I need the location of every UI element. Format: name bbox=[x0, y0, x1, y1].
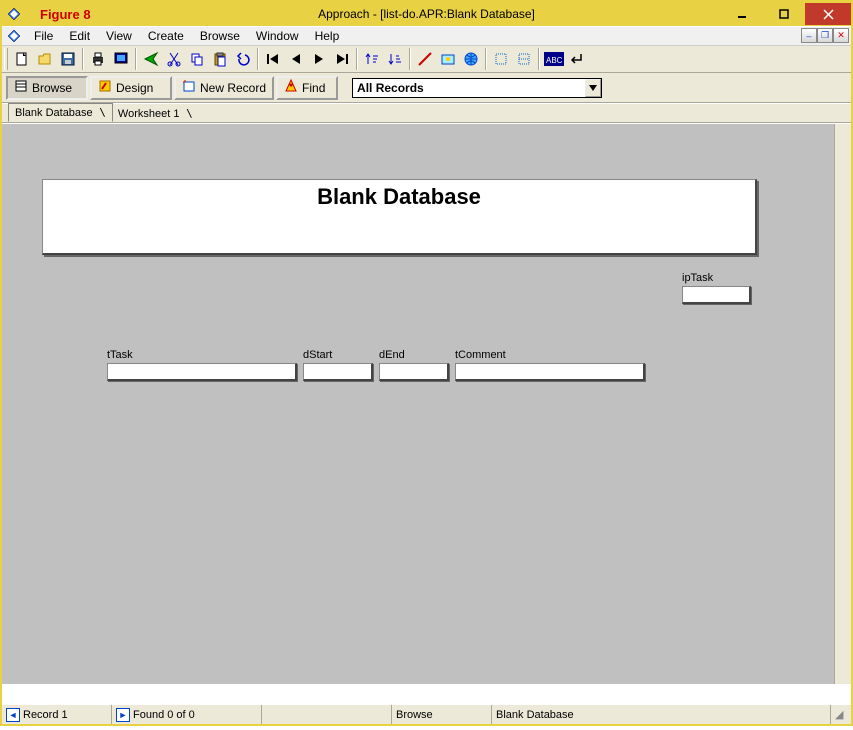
svg-text:ABC: ABC bbox=[546, 56, 563, 65]
input-ttask[interactable] bbox=[107, 363, 297, 381]
input-dstart[interactable] bbox=[303, 363, 373, 381]
new-record-icon bbox=[182, 79, 196, 96]
tab1-label: Blank Database bbox=[15, 107, 93, 119]
tab-divider: \ bbox=[93, 106, 106, 119]
new-record-button[interactable]: New Record bbox=[174, 76, 274, 100]
tab-worksheet-1[interactable]: Worksheet 1 \ bbox=[112, 105, 199, 122]
find-label: Find bbox=[302, 81, 325, 95]
mdi-minimize-button[interactable]: ‒ bbox=[801, 28, 817, 43]
dotted-square-icon[interactable] bbox=[490, 48, 512, 70]
modebar: Browse Design New Record Find All Record… bbox=[2, 73, 851, 103]
menu-browse[interactable]: Browse bbox=[192, 27, 248, 45]
abc-icon[interactable]: ABC bbox=[543, 48, 565, 70]
menu-edit[interactable]: Edit bbox=[61, 27, 98, 45]
undo-icon[interactable] bbox=[232, 48, 254, 70]
label-dend: dEnd bbox=[379, 349, 405, 361]
label-tcomment: tComment bbox=[455, 349, 506, 361]
window-title: Approach - [list-do.APR:Blank Database] bbox=[2, 7, 851, 21]
new-file-icon[interactable] bbox=[11, 48, 33, 70]
vertical-scrollbar[interactable] bbox=[834, 124, 851, 684]
browse-mode-label: Browse bbox=[32, 81, 72, 95]
mdi-restore-button[interactable]: ❐ bbox=[817, 28, 833, 43]
tab-blank-database[interactable]: Blank Database \ bbox=[8, 103, 113, 122]
resize-grip-icon[interactable]: ◢ bbox=[835, 708, 843, 721]
enter-icon[interactable] bbox=[566, 48, 588, 70]
print-icon[interactable] bbox=[87, 48, 109, 70]
design-mode-icon bbox=[98, 79, 112, 96]
design-mode-label: Design bbox=[116, 81, 153, 95]
first-record-icon[interactable] bbox=[262, 48, 284, 70]
copy-icon[interactable] bbox=[186, 48, 208, 70]
chevron-down-icon bbox=[585, 79, 601, 97]
paste-icon[interactable] bbox=[209, 48, 231, 70]
send-icon[interactable] bbox=[140, 48, 162, 70]
menu-create[interactable]: Create bbox=[140, 27, 192, 45]
prev-record-icon[interactable] bbox=[285, 48, 307, 70]
label-dstart: dStart bbox=[303, 349, 332, 361]
menu-help[interactable]: Help bbox=[307, 27, 348, 45]
mdi-close-button[interactable]: ✕ bbox=[833, 28, 849, 43]
save-icon[interactable] bbox=[57, 48, 79, 70]
print-preview-icon[interactable] bbox=[110, 48, 132, 70]
find-mode-icon bbox=[284, 79, 298, 96]
new-record-label: New Record bbox=[200, 81, 266, 95]
tab2-label: Worksheet 1 bbox=[118, 108, 180, 120]
status-record: Record 1 bbox=[23, 709, 68, 721]
browse-mode-icon bbox=[14, 79, 28, 96]
globe-icon[interactable] bbox=[460, 48, 482, 70]
design-mode-button[interactable]: Design bbox=[90, 76, 172, 100]
records-combo-value: All Records bbox=[357, 81, 424, 95]
records-combo[interactable]: All Records bbox=[352, 78, 602, 98]
sort-asc-icon[interactable] bbox=[361, 48, 383, 70]
no-filter-icon[interactable] bbox=[414, 48, 436, 70]
toolbar: ABC bbox=[2, 46, 851, 73]
next-record-icon[interactable] bbox=[308, 48, 330, 70]
tab-divider: \ bbox=[179, 107, 192, 120]
tabstrip: Blank Database \ Worksheet 1 \ bbox=[2, 103, 851, 123]
form-area: Blank Database ipTask tTask dStart dEnd … bbox=[2, 123, 851, 684]
input-tcomment[interactable] bbox=[455, 363, 645, 381]
form-title: Blank Database bbox=[317, 184, 481, 209]
form-title-box: Blank Database bbox=[42, 179, 757, 255]
label-ttask: tTask bbox=[107, 349, 133, 361]
status-mode: Browse bbox=[396, 709, 433, 721]
next-page-icon[interactable]: ► bbox=[116, 708, 130, 722]
cut-icon[interactable] bbox=[163, 48, 185, 70]
statusbar: ◄ Record 1 ► Found 0 of 0 Browse Blank D… bbox=[2, 704, 851, 724]
insert-object-icon[interactable] bbox=[437, 48, 459, 70]
doc-icon bbox=[6, 28, 22, 44]
menu-file[interactable]: File bbox=[26, 27, 61, 45]
menu-view[interactable]: View bbox=[98, 27, 140, 45]
menubar: File Edit View Create Browse Window Help… bbox=[2, 26, 851, 46]
menu-window[interactable]: Window bbox=[248, 27, 307, 45]
input-dend[interactable] bbox=[379, 363, 449, 381]
input-iptask[interactable] bbox=[682, 286, 751, 304]
prev-page-icon[interactable]: ◄ bbox=[6, 708, 20, 722]
dotted-square2-icon[interactable] bbox=[513, 48, 535, 70]
toolbar-grip[interactable] bbox=[4, 48, 8, 70]
find-button[interactable]: Find bbox=[276, 76, 338, 100]
label-iptask: ipTask bbox=[682, 272, 713, 284]
browse-mode-button[interactable]: Browse bbox=[6, 76, 88, 100]
sort-desc-icon[interactable] bbox=[384, 48, 406, 70]
titlebar: Figure 8 Approach - [list-do.APR:Blank D… bbox=[2, 2, 851, 26]
status-found: Found 0 of 0 bbox=[133, 709, 195, 721]
last-record-icon[interactable] bbox=[331, 48, 353, 70]
open-file-icon[interactable] bbox=[34, 48, 56, 70]
status-docname: Blank Database bbox=[496, 709, 574, 721]
